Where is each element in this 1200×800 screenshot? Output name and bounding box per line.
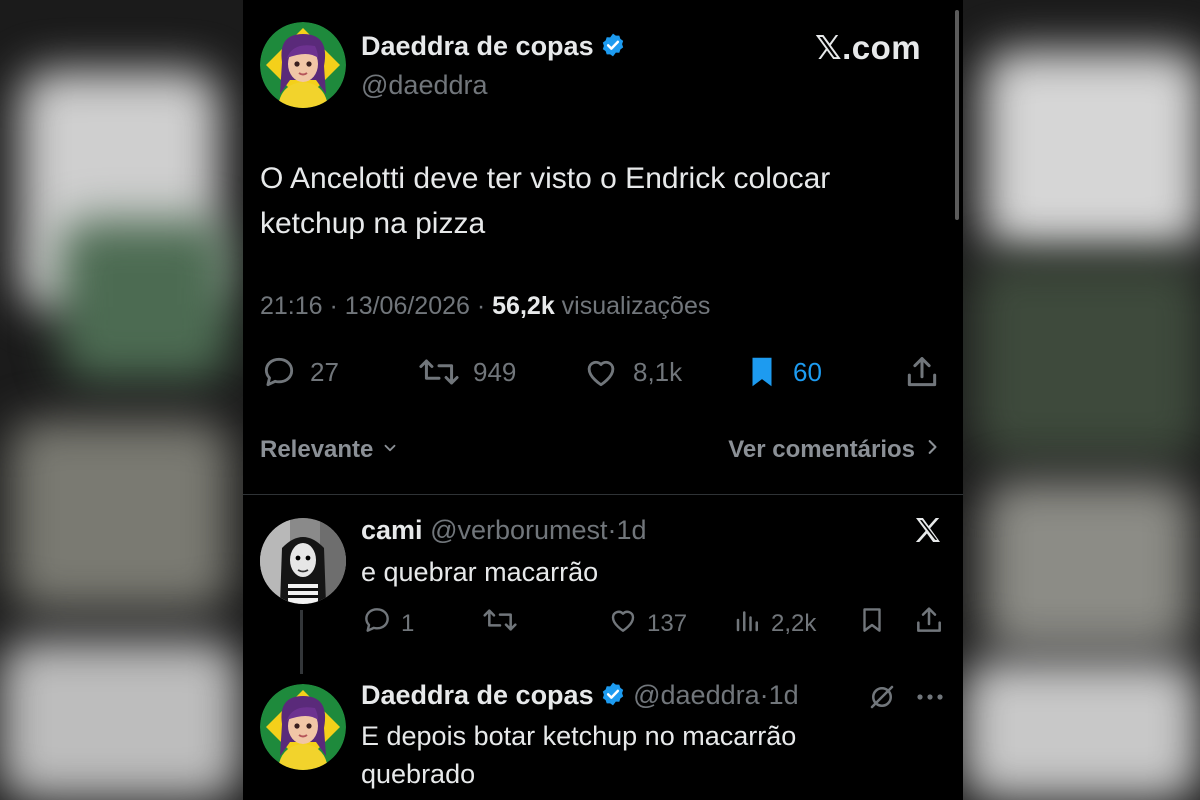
author-handle[interactable]: @daeddra <box>361 70 488 101</box>
meta-separator: · <box>607 515 617 545</box>
meta-separator: · <box>476 292 493 320</box>
bookmark-icon <box>857 604 887 643</box>
retweet-icon <box>481 604 519 643</box>
views-count: 56,2k <box>492 292 555 320</box>
reply-header: Daeddra de copas @daeddra·1d <box>361 680 799 714</box>
views-count: 2,2k <box>771 609 817 637</box>
reply-author-handle[interactable]: @daeddra <box>633 680 760 710</box>
reply-count: 27 <box>310 356 339 387</box>
reply-icon <box>260 353 298 391</box>
reply-text: E depois botar ketchup no macarrão quebr… <box>361 721 797 789</box>
reply-icon <box>361 604 393 643</box>
blurred-background-right <box>963 0 1200 800</box>
verified-badge-icon <box>600 681 626 714</box>
retweet-count: 949 <box>473 356 517 387</box>
scrollbar[interactable] <box>955 10 959 220</box>
tweet-date[interactable]: 13/06/2026 <box>345 292 470 320</box>
like-button[interactable]: 8,1k <box>581 353 682 391</box>
views-button[interactable]: 2,2k <box>733 604 816 643</box>
share-icon <box>903 353 941 391</box>
verified-badge-icon <box>600 32 626 65</box>
tweet-meta: 21:16 · 13/06/2026 · 56,2k visualizações <box>260 292 710 321</box>
share-icon <box>913 604 945 643</box>
chevron-down-icon <box>381 436 399 464</box>
like-count: 137 <box>647 609 688 637</box>
bookmark-count: 60 <box>793 356 822 387</box>
reply-author-name[interactable]: cami <box>361 515 423 545</box>
bookmark-button[interactable]: 60 <box>743 353 822 391</box>
tweet-text: O Ancelotti deve ter visto o Endrick col… <box>260 162 831 240</box>
bookmark-button[interactable] <box>857 604 887 643</box>
reply-age[interactable]: 1d <box>617 515 647 545</box>
retweet-button[interactable] <box>481 604 527 643</box>
share-button[interactable] <box>903 353 941 391</box>
reply-count: 1 <box>401 609 415 637</box>
more-icon[interactable] <box>915 690 945 708</box>
reply-button[interactable]: 27 <box>260 353 339 391</box>
like-button[interactable]: 137 <box>607 604 687 643</box>
reply-text: e quebrar macarrão <box>361 557 599 587</box>
reply-age[interactable]: 1d <box>769 680 799 710</box>
avatar[interactable] <box>260 518 346 604</box>
thread-line <box>300 610 303 674</box>
reply-button[interactable]: 1 <box>361 604 414 643</box>
divider <box>243 494 963 495</box>
tweet-panel: Daeddra de copas @daeddra 𝕏.com O Ancelo… <box>243 0 963 800</box>
blurred-background-left <box>0 0 243 800</box>
see-comments-label: Ver comentários <box>728 436 915 463</box>
author-name[interactable]: Daeddra de copas <box>361 31 626 65</box>
like-icon <box>607 604 639 643</box>
avatar[interactable] <box>260 684 346 770</box>
reply-author-name[interactable]: Daeddra de copas <box>361 680 594 710</box>
avatar[interactable] <box>260 22 346 108</box>
like-count: 8,1k <box>633 356 683 387</box>
reply-author-handle[interactable]: @verborumest <box>430 515 607 545</box>
grok-icon[interactable] <box>867 682 897 717</box>
retweet-icon <box>417 353 461 391</box>
see-comments-link[interactable]: Ver comentários <box>728 436 941 464</box>
meta-separator: · <box>759 680 769 710</box>
bookmark-icon <box>743 353 781 391</box>
tweet-time[interactable]: 21:16 <box>260 292 323 320</box>
share-button[interactable] <box>913 604 945 643</box>
sort-label: Relevante <box>260 436 374 463</box>
reply-header: cami @verborumest·1d <box>361 515 647 546</box>
views-label: visualizações <box>561 292 711 320</box>
meta-separator: · <box>329 292 345 320</box>
views-icon <box>733 604 763 643</box>
author-name-text[interactable]: Daeddra de copas <box>361 31 594 61</box>
brand-label: 𝕏.com <box>815 29 922 66</box>
chevron-right-icon <box>925 436 941 464</box>
x-logo-icon <box>912 514 944 551</box>
sort-dropdown[interactable]: Relevante <box>260 436 399 464</box>
retweet-button[interactable]: 949 <box>417 353 516 391</box>
like-icon <box>581 353 621 391</box>
